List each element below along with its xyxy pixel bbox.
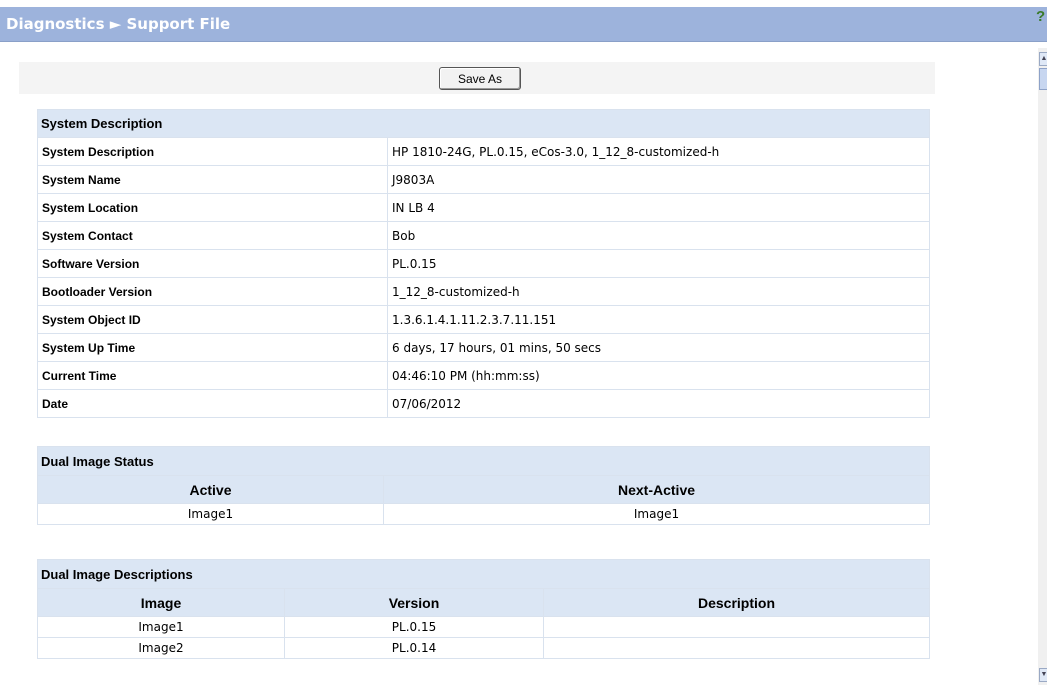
- row-label: Software Version: [37, 249, 388, 278]
- table-cell: [542, 616, 931, 638]
- row-label: System Up Time: [37, 333, 388, 362]
- table-cell: Image1: [37, 503, 384, 525]
- row-value: 07/06/2012: [387, 389, 930, 418]
- row-value: IN LB 4: [387, 193, 930, 222]
- row-label: Current Time: [37, 361, 388, 390]
- section-title: System Description: [37, 109, 930, 138]
- table-row: Current Time 04:46:10 PM (hh:mm:ss): [37, 361, 930, 390]
- table-cell: Image1: [382, 503, 931, 525]
- table-cell: PL.0.15: [284, 616, 544, 638]
- row-value: 1.3.6.1.4.1.11.2.3.7.11.151: [387, 305, 930, 334]
- column-header: Image: [37, 588, 285, 617]
- row-label: System Contact: [37, 221, 388, 250]
- table-row: System Name J9803A: [37, 165, 930, 194]
- row-label: System Name: [37, 165, 388, 194]
- scroll-thumb[interactable]: [1039, 68, 1047, 90]
- scrollbar[interactable]: [1038, 48, 1047, 685]
- page-title: Diagnostics ► Support File: [6, 15, 231, 33]
- table-row: Bootloader Version 1_12_8-customized-h: [37, 277, 930, 306]
- table-cell: Image1: [37, 616, 285, 638]
- table-row: Image2 PL.0.14: [37, 637, 931, 659]
- row-label: Bootloader Version: [37, 277, 388, 306]
- table-cell: [542, 637, 931, 659]
- table-row: System Object ID 1.3.6.1.4.1.11.2.3.7.11.…: [37, 305, 930, 334]
- row-value: 6 days, 17 hours, 01 mins, 50 secs: [387, 333, 930, 362]
- row-label: System Location: [37, 193, 388, 222]
- table-row: System Contact Bob: [37, 221, 930, 250]
- row-label: System Object ID: [37, 305, 388, 334]
- table-row: System Description HP 1810-24G, PL.0.15, …: [37, 137, 930, 166]
- dual-image-descriptions-table: Dual Image Descriptions Image Version Desc…: [36, 559, 931, 659]
- row-value: 04:46:10 PM (hh:mm:ss): [387, 361, 930, 390]
- table-row: System Location IN LB 4: [37, 193, 930, 222]
- row-value: J9803A: [387, 165, 930, 194]
- table-cell: PL.0.14: [284, 637, 544, 659]
- column-header: Next-Active: [382, 475, 931, 504]
- table-row: Image1 PL.0.15: [37, 616, 931, 638]
- row-value: HP 1810-24G, PL.0.15, eCos-3.0, 1_12_8-c…: [387, 137, 930, 166]
- table-cell: Image2: [37, 637, 285, 659]
- row-label: System Description: [37, 137, 388, 166]
- dual-image-status-table: Dual Image Status Active Next-Active Imag…: [36, 446, 931, 525]
- row-label: Date: [37, 389, 388, 418]
- scroll-up-arrow-icon[interactable]: ▲: [1039, 52, 1047, 66]
- table-row: System Up Time 6 days, 17 hours, 01 mins,…: [37, 333, 930, 362]
- row-value: Bob: [387, 221, 930, 250]
- section-title: Dual Image Status: [36, 446, 931, 476]
- table-row: Date 07/06/2012: [37, 389, 930, 418]
- column-header: Active: [37, 475, 384, 504]
- scroll-down-arrow-icon[interactable]: ▼: [1039, 668, 1047, 682]
- column-header: Version: [284, 588, 544, 617]
- column-header: Description: [542, 588, 931, 617]
- row-value: 1_12_8-customized-h: [387, 277, 930, 306]
- section-title: Dual Image Descriptions: [36, 559, 931, 589]
- page-header: Diagnostics ► Support File: [0, 7, 1047, 42]
- save-as-button[interactable]: Save As: [439, 67, 521, 90]
- help-icon[interactable]: ?: [1036, 8, 1047, 25]
- row-value: PL.0.15: [387, 249, 930, 278]
- table-row: Image1 Image1: [37, 503, 931, 525]
- system-description-table: System Description System Description HP …: [37, 109, 930, 418]
- table-row: Software Version PL.0.15: [37, 249, 930, 278]
